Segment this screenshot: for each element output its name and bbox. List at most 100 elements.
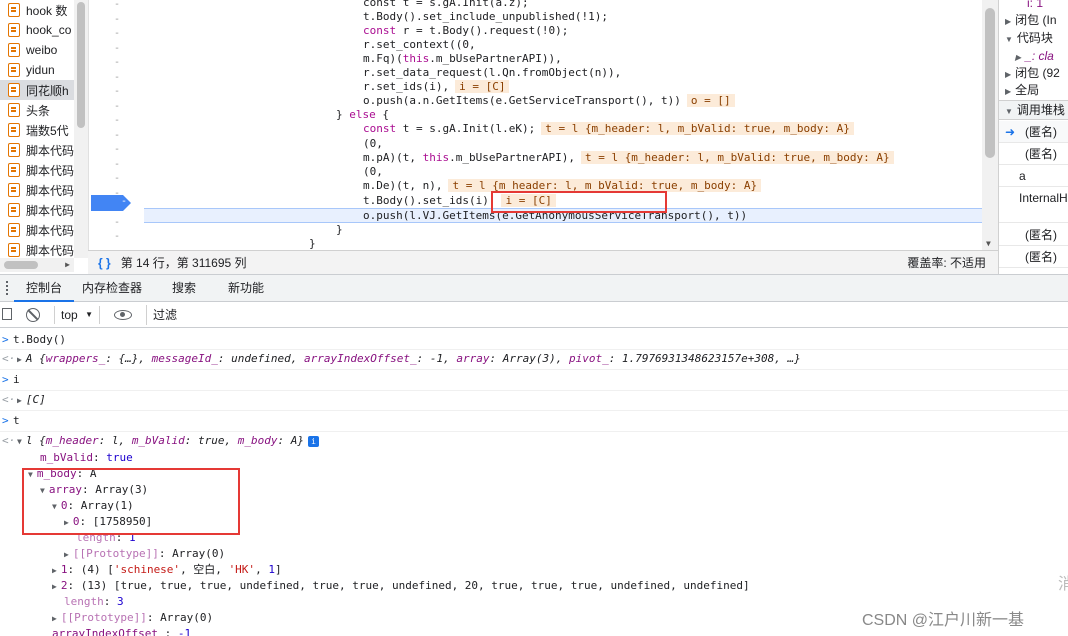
gutter-marker[interactable]: - [89,56,145,71]
gutter-marker[interactable]: - [89,13,145,28]
drawer-tab-bar: 控制台 内存检查器 搜索 新功能 [0,274,1068,302]
breakpoint-marker[interactable]: - [91,195,131,211]
file-tree-scrollbar[interactable] [74,0,88,258]
file-tree-item[interactable]: weibo [0,40,74,60]
collapse-triangle-icon[interactable]: ▼ [17,437,22,446]
code-line: m.Fq)(this.m_bUsePartnerAPI)), [363,52,562,65]
clear-console-icon[interactable] [26,308,40,322]
code-editor[interactable]: const t = s.gA.Init(a.z); t.Body().set_i… [144,0,982,250]
gutter-marker[interactable]: - [89,129,145,144]
gutter-marker[interactable]: - [89,172,145,187]
scope-item[interactable]: ▶ 闭包 (In [999,11,1068,29]
gutter-marker[interactable]: - [89,230,145,245]
expand-triangle-icon[interactable]: ▶ [17,355,22,364]
scope-item[interactable]: ▶ _: cla [999,47,1068,65]
scope-item[interactable]: ▶ 闭包 (92 [999,64,1068,82]
corner-fragment: 消 [1058,576,1068,593]
call-stack-frame[interactable]: a [999,165,1068,187]
gutter-marker[interactable]: - [89,100,145,115]
file-tree-item[interactable]: 脚本代码 [0,200,74,220]
scrollbar-thumb[interactable] [985,8,995,158]
gutter-marker[interactable]: - [89,71,145,86]
scroll-right-arrow-icon[interactable]: ▶ [65,260,70,269]
code-line: (0, [363,137,383,150]
inline-value: t = l {m_header: l, m_bValid: true, m_bo… [580,151,894,164]
inline-value: o = [] [686,94,735,107]
expand-triangle-icon[interactable]: ▶ [52,614,57,623]
console-output[interactable]: > t.Body() <· ▶ A {wrappers_: {…}, messageI… [0,328,1068,636]
property-row[interactable]: ▶ [[Prototype]]: Array(0) [0,546,1068,562]
call-stack-frame[interactable]: (匿名) [999,143,1068,165]
expand-triangle-icon[interactable]: ▶ [17,396,22,405]
console-toolbar: top ▼ [0,302,1068,328]
call-stack-frame[interactable]: (匿名) [999,246,1068,268]
file-tree-hscrollbar[interactable]: ▶ [0,258,74,272]
file-tree-item[interactable]: 脚本代码 [0,240,74,258]
watermark: CSDN @江户川新一基 [862,612,1025,629]
property-row[interactable]: m_bValid: true [0,450,1068,466]
pretty-print-icon[interactable]: { } [98,256,111,270]
file-tree-item[interactable]: 同花顺h [0,80,74,100]
console-result-line[interactable]: <· ▶ [C] [0,392,1068,408]
property-row[interactable]: ▶ 1: (4) ['schinese', 空白, 'HK', 1] [0,562,1068,578]
call-stack-frame[interactable]: (匿名) [999,224,1068,246]
file-tree-item[interactable]: 瑞数5代 [0,120,74,140]
js-file-icon [8,183,20,197]
gutter-marker[interactable]: - [89,216,145,231]
file-tree-item-label: 脚本代码 [26,163,74,178]
gutter-marker[interactable]: - [89,42,145,57]
gutter-marker[interactable]: - [89,158,145,173]
gutter-marker[interactable]: - [89,27,145,42]
scrollbar-thumb[interactable] [77,2,85,128]
call-stack-header[interactable]: ▼ 调用堆栈 [999,100,1068,120]
expand-triangle-icon[interactable]: ▶ [52,582,57,591]
scroll-down-arrow-icon[interactable]: ▼ [986,239,991,248]
gutter-marker[interactable]: - [89,85,145,100]
file-tree-item-label: 脚本代码 [26,183,74,198]
file-tree-item-label: 脚本代码 [26,243,74,258]
expand-triangle-icon[interactable]: ▶ [64,550,69,559]
console-filter-input[interactable] [146,305,1064,325]
file-tree-item[interactable]: hook 数 [0,0,74,20]
file-tree-item[interactable]: 脚本代码 [0,180,74,200]
scope-item[interactable]: ▶ 全局 [999,81,1068,99]
file-tree-item[interactable]: 头条 [0,100,74,120]
js-file-icon [8,83,20,97]
code-line: (0, [363,165,383,178]
call-stack-frame[interactable]: InternalH [999,187,1068,223]
console-result-line[interactable]: <· ▼ l {m_header: l, m_bValid: true, m_bod… [0,433,1068,449]
gutter-marker[interactable]: - [89,0,145,13]
file-tree-item[interactable]: 脚本代码 [0,160,74,180]
file-tree-item[interactable]: 脚本代码 [0,220,74,240]
tab-whats-new[interactable]: 新功能 [216,275,276,302]
tab-memory-inspector[interactable]: 内存检查器 [70,275,154,302]
tab-console[interactable]: 控制台 [14,275,75,302]
drawer-menu-icon[interactable] [6,281,10,295]
expand-triangle-icon[interactable]: ▶ [52,566,57,575]
js-file-icon [8,3,20,17]
scrollbar-thumb[interactable] [4,261,38,269]
live-expression-eye-icon[interactable] [114,310,132,320]
gutter-marker[interactable]: - [89,114,145,129]
file-tree-item[interactable]: yidun [0,60,74,80]
file-tree-item-label: 脚本代码 [26,143,74,158]
property-row[interactable]: ▶ 2: (13) [true, true, true, undefined, t… [0,578,1068,594]
gutter-marker[interactable]: - [89,143,145,158]
code-scrollbar[interactable]: ▼ [982,0,998,250]
call-stack-frame[interactable]: ➜ (匿名) [999,121,1068,143]
js-file-icon [8,103,20,117]
sidebar-toggle-icon[interactable] [2,308,12,320]
console-input-line: > i [2,373,20,386]
cursor-position: 第 14 行，第 311695 列 [120,256,247,270]
tab-search[interactable]: 搜索 [160,275,208,302]
prompt-icon: > [2,373,9,386]
context-selector[interactable]: top ▼ [54,306,100,324]
file-tree-item-label: 脚本代码 [26,203,74,218]
line-gutter[interactable]: ------------------ [88,0,144,250]
console-result-line[interactable]: <· ▶ A {wrappers_: {…}, messageId_: undefi… [0,351,1068,367]
info-icon[interactable]: i [308,435,320,447]
file-tree-item[interactable]: hook_co [0,20,74,40]
current-frame-arrow-icon: ➜ [1005,125,1016,139]
file-tree-item[interactable]: 脚本代码 [0,140,74,160]
scope-item[interactable]: ▼ 代码块 [999,29,1068,47]
